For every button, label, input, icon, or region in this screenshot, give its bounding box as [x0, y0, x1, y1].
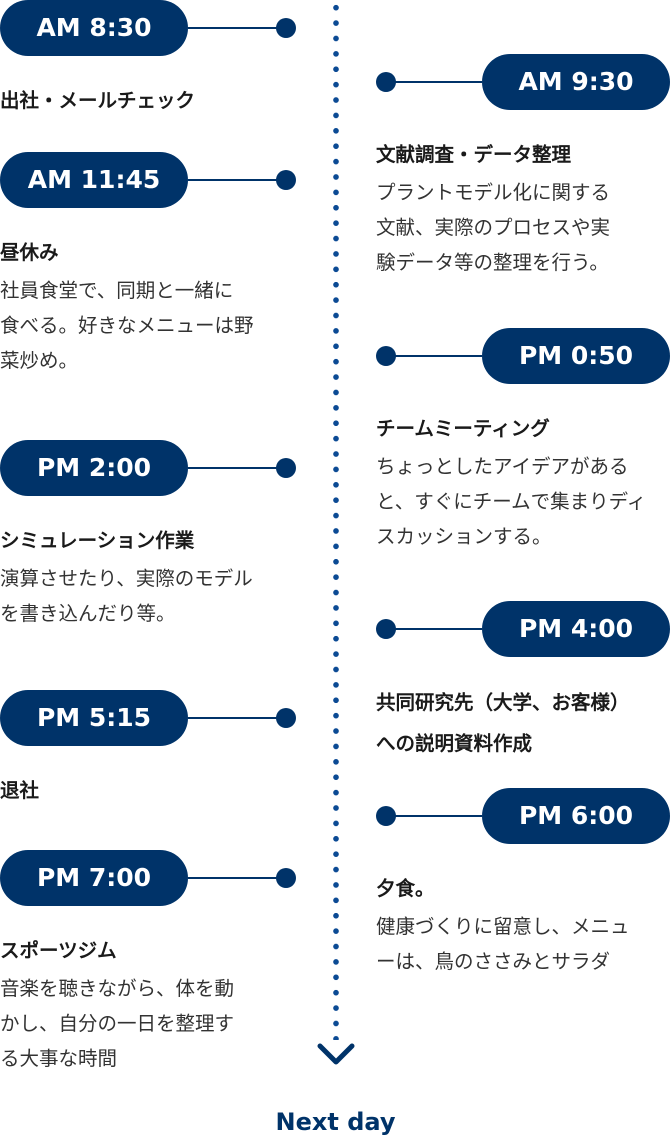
time-badge: PM 2:00: [0, 440, 188, 496]
time-marker: PM 5:15: [0, 690, 300, 746]
connector-line: [188, 27, 280, 29]
entry-description: 演算させたり、実際のモデル を書き込んだり等。: [0, 567, 253, 625]
entry-title: 文献調査・データ整理: [376, 143, 572, 166]
connector-line: [386, 628, 482, 630]
timeline-dot: [376, 619, 396, 639]
next-day-label: Next day: [275, 1108, 396, 1136]
time-marker: AM 11:45: [0, 152, 300, 208]
entry-title: スポーツジム: [0, 939, 117, 962]
timeline-dotted-line: [333, 0, 339, 1040]
connector-line: [386, 355, 482, 357]
connector-line: [188, 717, 280, 719]
time-badge: PM 4:00: [482, 601, 670, 657]
entry-title: 出社・メールチェック: [0, 89, 196, 112]
entry-description: ちょっとしたアイデアがある と、すぐにチームで集まりディ スカッションする。: [376, 455, 647, 548]
entry-title: 夕食。: [376, 877, 435, 900]
time-marker: AM 9:30: [376, 54, 671, 110]
timeline-entry: PM 2:00 シミュレーション作業 演算させたり、実際のモデル を書き込んだり…: [0, 440, 300, 631]
time-badge: PM 6:00: [482, 788, 670, 844]
time-marker: PM 7:00: [0, 850, 300, 906]
timeline-entry: PM 6:00 夕食。 健康づくりに留意し、メニュ ーは、鳥のささみとサラダ: [376, 788, 671, 979]
connector-line: [188, 467, 280, 469]
entry-title: 昼休み: [0, 241, 59, 264]
timeline-entry: PM 4:00 共同研究先（大学、お客様） への説明資料作成: [376, 601, 671, 764]
timeline-dot: [276, 708, 296, 728]
time-marker: PM 0:50: [376, 328, 671, 384]
time-badge: AM 8:30: [0, 0, 188, 56]
time-marker: PM 4:00: [376, 601, 671, 657]
time-marker: PM 2:00: [0, 440, 300, 496]
entry-title: 退社: [0, 779, 40, 802]
timeline-dot: [276, 170, 296, 190]
timeline-entry: PM 7:00 スポーツジム 音楽を聴きながら、体を動 かし、自分の一日を整理す…: [0, 850, 300, 1076]
timeline-dot: [376, 346, 396, 366]
timeline-entry: PM 0:50 チームミーティング ちょっとしたアイデアがある と、すぐにチーム…: [376, 328, 671, 554]
time-badge: PM 5:15: [0, 690, 188, 746]
entry-title: チームミーティング: [376, 417, 550, 440]
timeline-dot: [276, 18, 296, 38]
time-badge: AM 11:45: [0, 152, 188, 208]
time-badge: AM 9:30: [482, 54, 670, 110]
timeline-entry: AM 11:45 昼休み 社員食堂で、同期と一緒に 食べる。好きなメニューは野 …: [0, 152, 300, 378]
entry-description: プラントモデル化に関する 文献、実際のプロセスや実 験データ等の整理を行う。: [376, 181, 611, 274]
time-badge: PM 0:50: [482, 328, 670, 384]
connector-line: [188, 179, 280, 181]
entry-description: 音楽を聴きながら、体を動 かし、自分の一日を整理す る大事な時間: [0, 977, 235, 1070]
time-badge: PM 7:00: [0, 850, 188, 906]
entry-title: 共同研究先（大学、お客様） への説明資料作成: [376, 691, 630, 755]
timeline-dot: [276, 458, 296, 478]
timeline-dot: [276, 868, 296, 888]
entry-description: 健康づくりに留意し、メニュ ーは、鳥のささみとサラダ: [376, 915, 630, 973]
connector-line: [188, 877, 280, 879]
timeline-dot: [376, 806, 396, 826]
timeline-entry: AM 8:30 出社・メールチェック: [0, 0, 300, 121]
entry-title: シミュレーション作業: [0, 529, 195, 552]
timeline-entry: AM 9:30 文献調査・データ整理 プラントモデル化に関する 文献、実際のプロ…: [376, 54, 671, 280]
timeline-entry: PM 5:15 退社: [0, 690, 300, 811]
time-marker: PM 6:00: [376, 788, 671, 844]
time-marker: AM 8:30: [0, 0, 300, 56]
chevron-down-icon: [317, 1043, 355, 1065]
connector-line: [386, 81, 482, 83]
entry-description: 社員食堂で、同期と一緒に 食べる。好きなメニューは野 菜炒め。: [0, 279, 254, 372]
connector-line: [386, 815, 482, 817]
timeline-dot: [376, 72, 396, 92]
